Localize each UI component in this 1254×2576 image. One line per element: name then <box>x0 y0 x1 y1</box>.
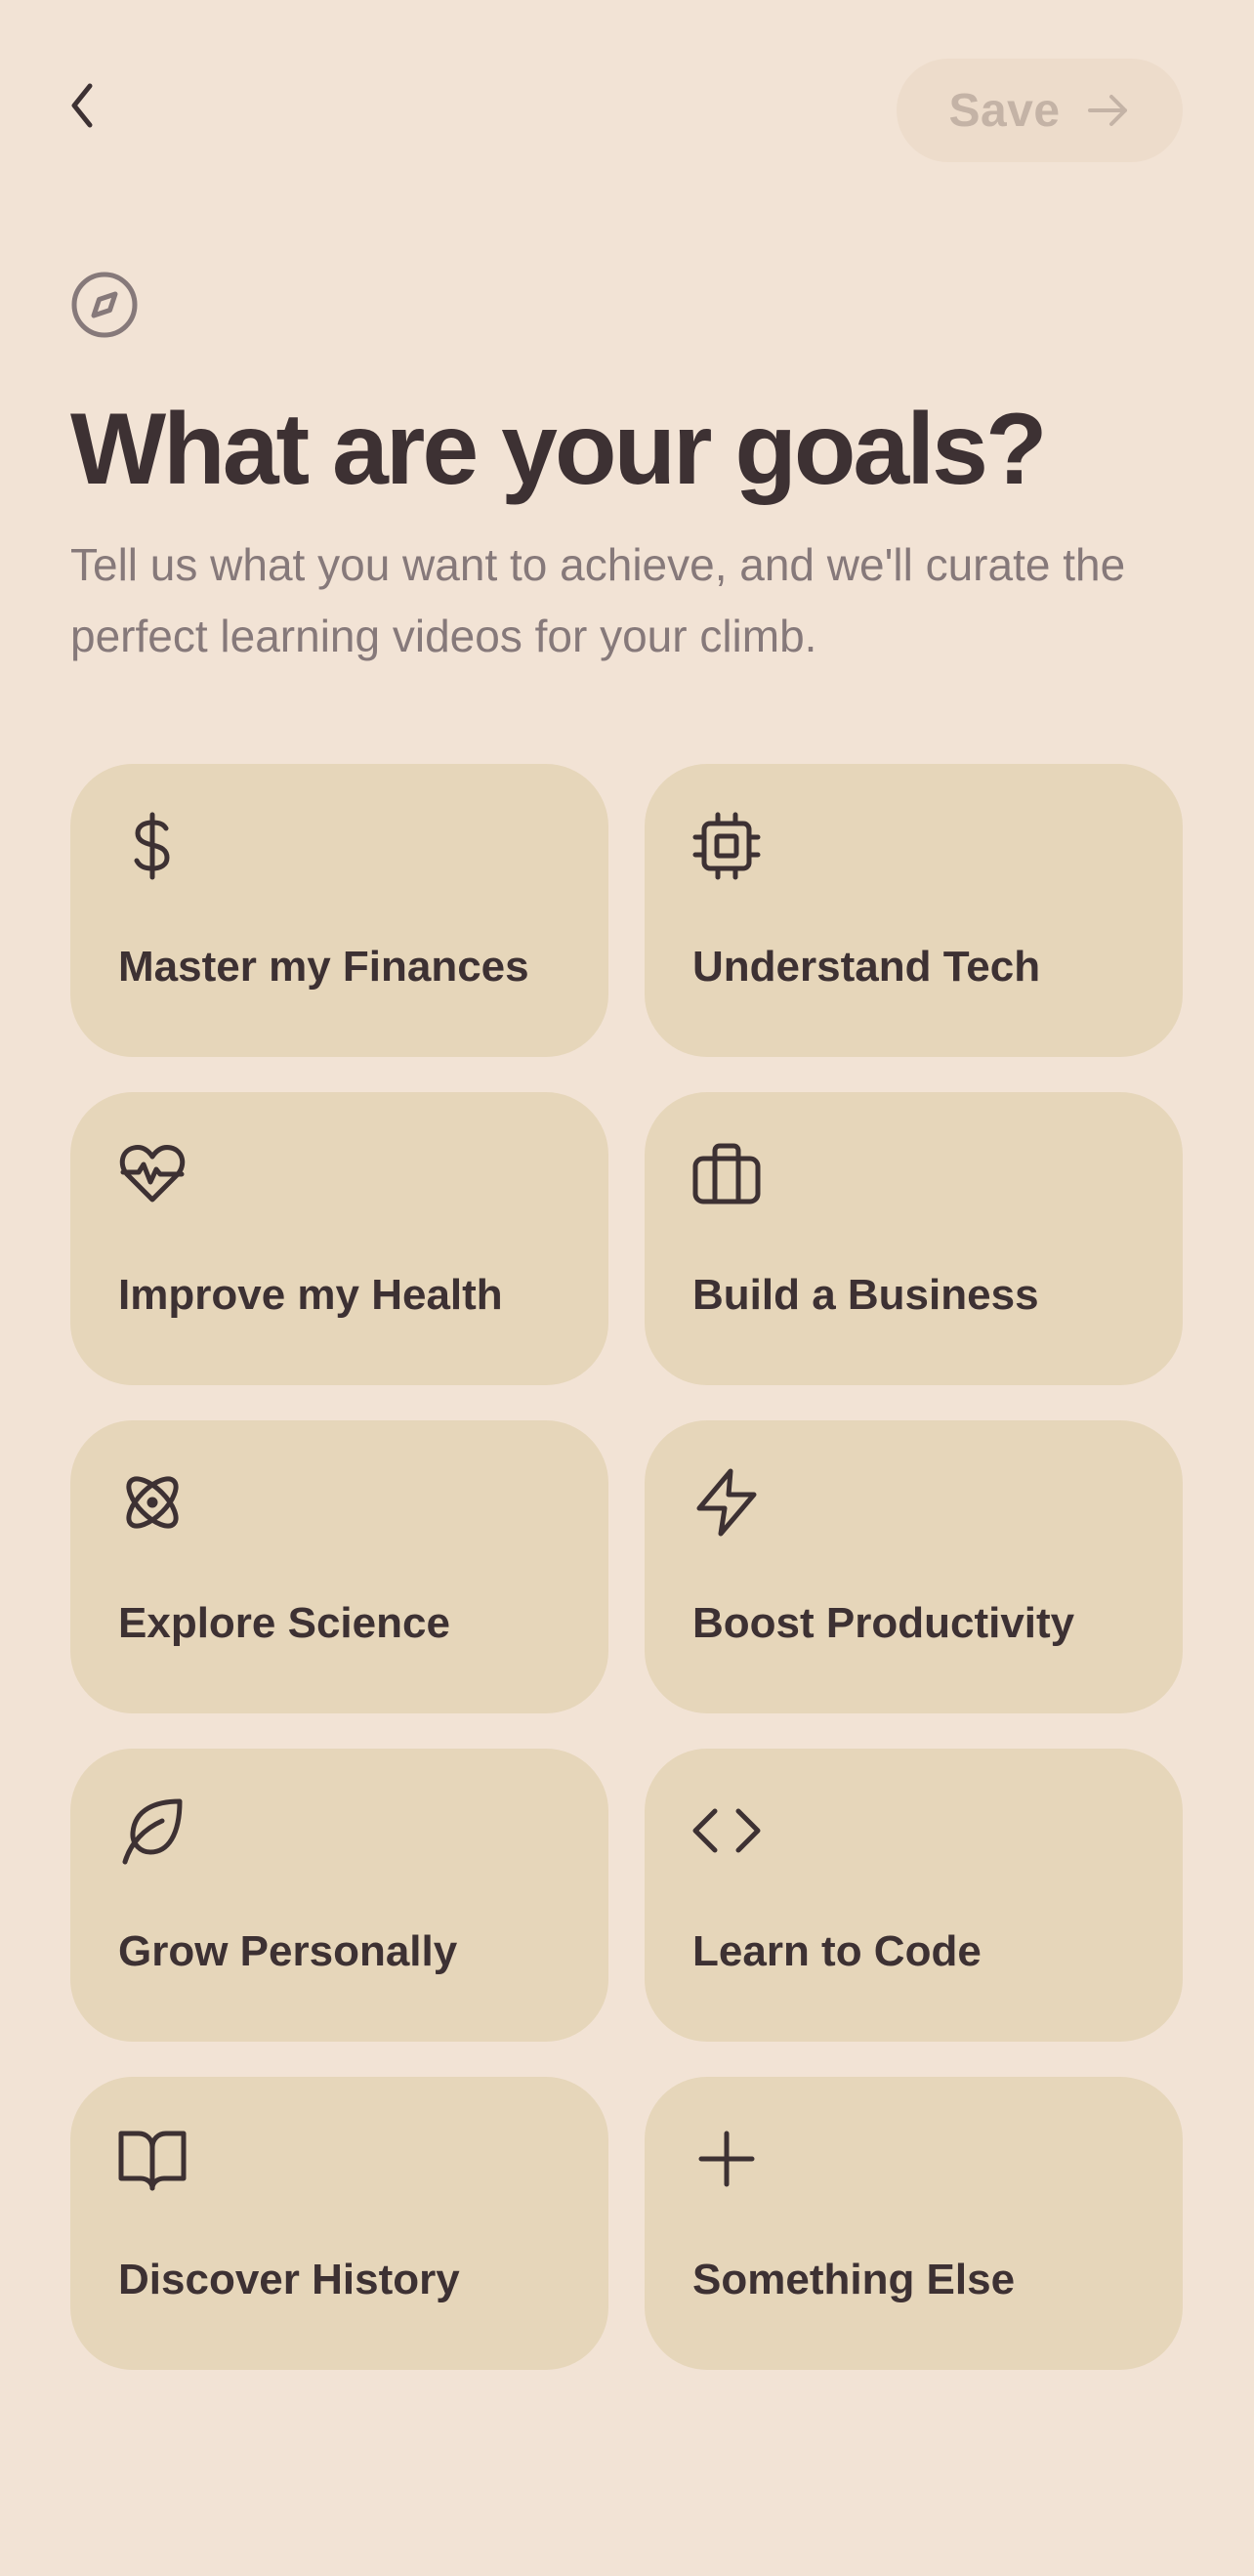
open-book-icon <box>117 2124 188 2194</box>
arrow-right-icon <box>1086 91 1131 130</box>
goal-card-something-else[interactable]: Something Else <box>645 2077 1183 2370</box>
heart-pulse-icon <box>117 1139 188 1209</box>
goal-label: Boost Productivity <box>692 1599 1075 1647</box>
goal-label: Something Else <box>692 2256 1016 2303</box>
save-button[interactable]: Save <box>897 59 1183 162</box>
goal-label: Build a Business <box>692 1271 1039 1319</box>
goal-label: Explore Science <box>118 1599 450 1647</box>
briefcase-icon <box>691 1139 762 1209</box>
goal-card-health[interactable]: Improve my Health <box>70 1092 608 1385</box>
chevron-left-icon <box>63 78 102 133</box>
code-brackets-icon <box>691 1795 762 1866</box>
page-subtitle: Tell us what you want to achieve, and we… <box>70 539 1126 661</box>
compass-icon <box>70 271 139 339</box>
goal-label: Discover History <box>118 2256 460 2303</box>
goal-card-personal-growth[interactable]: Grow Personally <box>70 1749 608 2042</box>
goal-card-productivity[interactable]: Boost Productivity <box>645 1420 1183 1713</box>
goal-label: Improve my Health <box>118 1271 503 1319</box>
goal-card-science[interactable]: Explore Science <box>70 1420 608 1713</box>
leaf-icon <box>117 1795 188 1866</box>
cpu-chip-icon <box>691 811 762 881</box>
goal-label: Learn to Code <box>692 1927 982 1975</box>
goal-card-business[interactable]: Build a Business <box>645 1092 1183 1385</box>
page-title: What are your goals? <box>70 393 1048 506</box>
goal-label: Master my Finances <box>118 943 529 991</box>
lightning-bolt-icon <box>691 1467 762 1538</box>
plus-icon <box>691 2124 762 2194</box>
back-button[interactable] <box>55 78 109 133</box>
goal-label: Grow Personally <box>118 1927 458 1975</box>
atom-icon <box>117 1467 188 1538</box>
goal-card-coding[interactable]: Learn to Code <box>645 1749 1183 2042</box>
goal-label: Understand Tech <box>692 943 1041 991</box>
goal-card-history[interactable]: Discover History <box>70 2077 608 2370</box>
goals-grid: Master my Finances Understand Tech Impro… <box>70 764 1183 2370</box>
goal-card-finances[interactable]: Master my Finances <box>70 764 608 1057</box>
save-button-label: Save <box>948 84 1061 137</box>
goal-card-tech[interactable]: Understand Tech <box>645 764 1183 1057</box>
dollar-sign-icon <box>117 811 188 881</box>
